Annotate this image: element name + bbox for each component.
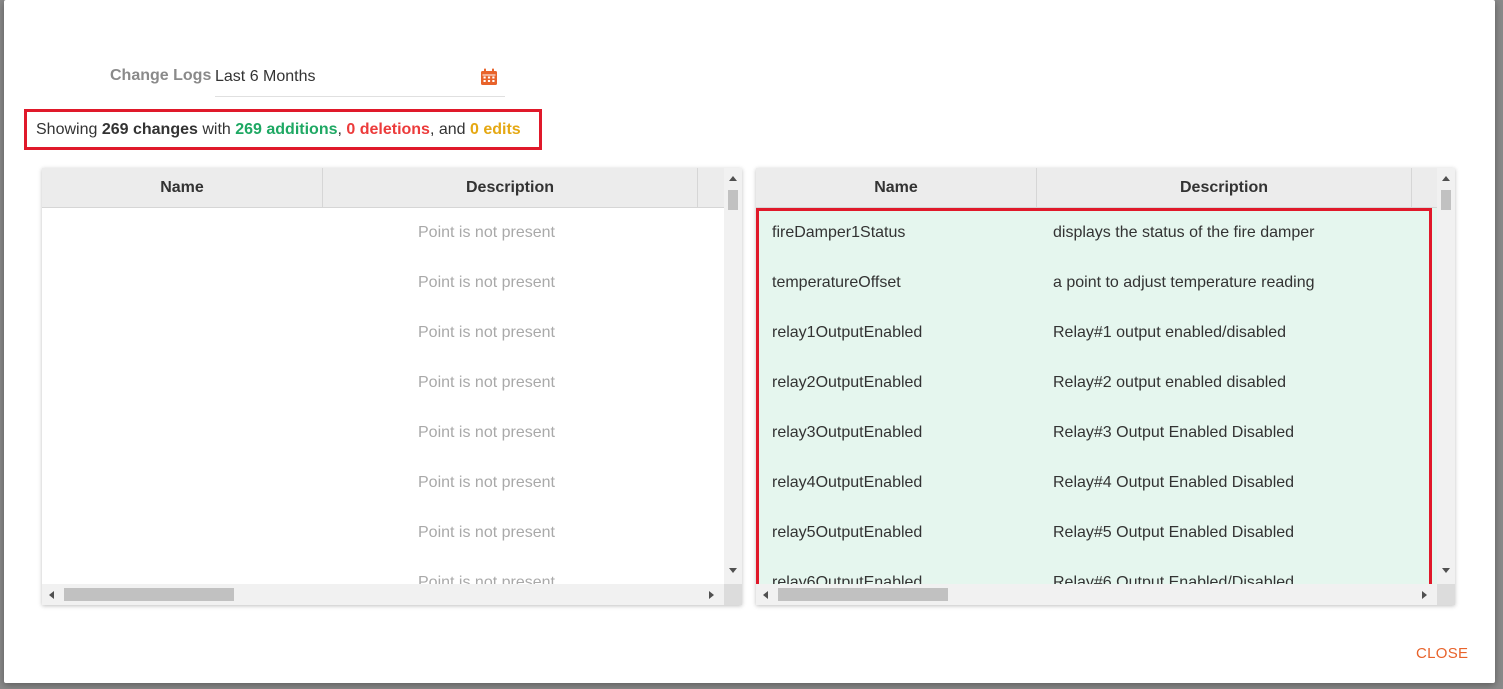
horizontal-scrollbar[interactable] xyxy=(42,584,724,605)
table-row[interactable]: Point is not present xyxy=(42,508,724,558)
scroll-thumb[interactable] xyxy=(1441,190,1451,210)
cell-description: Relay#4 Output Enabled Disabled xyxy=(1053,474,1295,491)
table-row[interactable]: temperatureOffset a point to adjust tempe… xyxy=(756,258,1437,308)
scroll-left-icon[interactable] xyxy=(49,591,54,599)
cell-description: Point is not present xyxy=(418,524,555,541)
cell-name: relay5OutputEnabled xyxy=(772,524,923,541)
cell-name: relay2OutputEnabled xyxy=(772,374,923,391)
scrollbar-corner xyxy=(724,584,742,605)
cell-description: Relay#1 output enabled/disabled xyxy=(1053,324,1287,341)
cell-description: Point is not present xyxy=(418,424,555,441)
table-row[interactable]: relay6OutputEnabled Relay#6 Output Enable… xyxy=(756,558,1437,584)
calendar-icon[interactable] xyxy=(480,68,498,86)
cell-description: Point is not present xyxy=(418,324,555,341)
cell-description: Relay#5 Output Enabled Disabled xyxy=(1053,524,1295,541)
table-row[interactable]: relay3OutputEnabled Relay#3 Output Enable… xyxy=(756,408,1437,458)
column-header-name[interactable]: Name xyxy=(756,168,1037,207)
table-row[interactable]: Point is not present xyxy=(42,358,724,408)
cell-description: Point is not present xyxy=(418,374,555,391)
table-row[interactable]: Point is not present xyxy=(42,558,724,584)
scroll-down-icon[interactable] xyxy=(729,568,737,573)
table-row[interactable]: Point is not present xyxy=(42,208,724,258)
horizontal-scrollbar[interactable] xyxy=(756,584,1437,605)
summary-sep-2: , and xyxy=(429,121,470,138)
date-range-value: Last 6 Months xyxy=(215,68,316,85)
previous-points-table: Name Description Point is not present Po… xyxy=(42,168,742,605)
scroll-up-icon[interactable] xyxy=(729,176,737,181)
table-header: Name Description xyxy=(42,168,724,208)
summary-prefix: Showing xyxy=(36,121,102,138)
vertical-scrollbar[interactable] xyxy=(724,168,742,584)
table-row[interactable]: Point is not present xyxy=(42,308,724,358)
scroll-up-icon[interactable] xyxy=(1442,176,1450,181)
scroll-right-icon[interactable] xyxy=(1422,591,1427,599)
scroll-thumb[interactable] xyxy=(778,588,948,601)
cell-description: Point is not present xyxy=(418,574,555,584)
scroll-thumb[interactable] xyxy=(728,190,738,210)
cell-name: relay1OutputEnabled xyxy=(772,324,923,341)
summary-edits: 0 edits xyxy=(469,121,521,138)
current-points-table: Name Description fireDamper1Status displa… xyxy=(756,168,1455,605)
table-row[interactable]: relay2OutputEnabled Relay#2 output enable… xyxy=(756,358,1437,408)
column-header-description[interactable]: Description xyxy=(323,168,698,207)
summary-deletions: 0 deletions xyxy=(346,121,430,138)
close-button[interactable]: CLOSE xyxy=(1416,645,1468,662)
table-row[interactable]: Point is not present xyxy=(42,458,724,508)
scroll-down-icon[interactable] xyxy=(1442,568,1450,573)
column-header-name[interactable]: Name xyxy=(42,168,323,207)
cell-name: relay6OutputEnabled xyxy=(772,574,923,584)
cell-name: fireDamper1Status xyxy=(772,224,906,241)
summary-additions: 269 additions xyxy=(235,121,338,138)
table-row[interactable]: relay5OutputEnabled Relay#5 Output Enable… xyxy=(756,508,1437,558)
change-logs-label: Change Logs xyxy=(110,67,212,84)
cell-name: relay4OutputEnabled xyxy=(772,474,923,491)
cell-description: a point to adjust temperature reading xyxy=(1053,274,1315,291)
cell-description: Point is not present xyxy=(418,474,555,491)
column-header-description[interactable]: Description xyxy=(1037,168,1412,207)
table-row[interactable]: Point is not present xyxy=(42,408,724,458)
table-row[interactable]: relay1OutputEnabled Relay#1 output enable… xyxy=(756,308,1437,358)
scroll-right-icon[interactable] xyxy=(709,591,714,599)
cell-description: Relay#3 Output Enabled Disabled xyxy=(1053,424,1295,441)
scrollbar-corner xyxy=(1437,584,1455,605)
cell-description: Point is not present xyxy=(418,224,555,241)
table-row[interactable]: relay4OutputEnabled Relay#4 Output Enable… xyxy=(756,458,1437,508)
cell-description: Relay#2 output enabled disabled xyxy=(1053,374,1287,391)
vertical-scrollbar[interactable] xyxy=(1437,168,1455,584)
cell-description: Relay#6 Output Enabled/Disabled xyxy=(1053,574,1295,584)
cell-name: relay3OutputEnabled xyxy=(772,424,923,441)
table-row[interactable]: Point is not present xyxy=(42,258,724,308)
table-body: Point is not present Point is not presen… xyxy=(42,208,724,584)
cell-name: temperatureOffset xyxy=(772,274,901,291)
scroll-thumb[interactable] xyxy=(64,588,234,601)
table-header: Name Description xyxy=(756,168,1437,208)
cell-description: Point is not present xyxy=(418,274,555,291)
date-range-field[interactable]: Last 6 Months xyxy=(215,62,505,97)
changes-summary: Showing 269 changes with 269 additions , … xyxy=(24,109,542,150)
table-row[interactable]: fireDamper1Status displays the status of … xyxy=(756,208,1437,258)
cell-description: displays the status of the fire damper xyxy=(1053,224,1315,241)
change-logs-dialog: Change Logs Last 6 Months Showing 269 ch… xyxy=(4,0,1495,683)
scroll-left-icon[interactable] xyxy=(763,591,768,599)
summary-middle: with xyxy=(197,121,236,138)
table-body: fireDamper1Status displays the status of … xyxy=(756,208,1437,584)
summary-total: 269 changes xyxy=(101,121,198,138)
